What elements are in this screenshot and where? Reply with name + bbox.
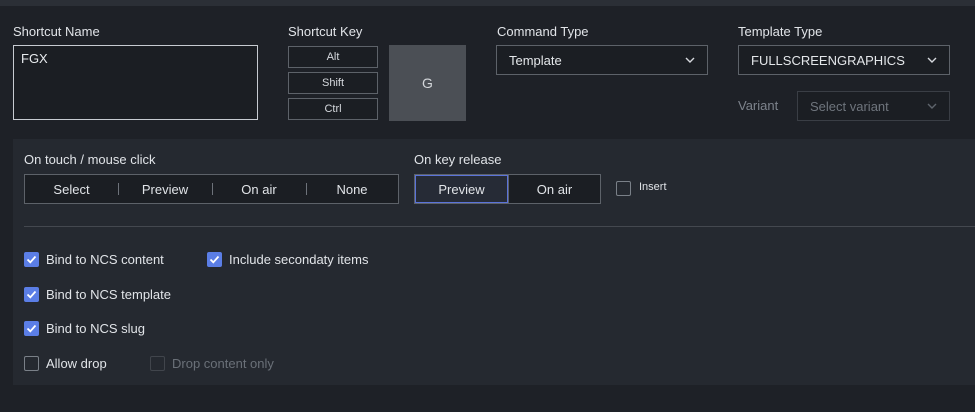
on-release-option-preview[interactable]: Preview — [415, 175, 508, 203]
check-icon — [26, 255, 37, 264]
on-click-label: On touch / mouse click — [24, 152, 156, 167]
on-click-option-preview[interactable]: Preview — [118, 175, 212, 203]
on-release-option-on-air[interactable]: On air — [508, 175, 600, 203]
section-divider — [24, 226, 975, 227]
on-click-option-select[interactable]: Select — [25, 175, 118, 203]
template-type-label: Template Type — [738, 24, 823, 39]
top-bar — [0, 0, 975, 6]
shortcut-name-input[interactable]: FGX — [13, 45, 258, 120]
insert-label: Insert — [639, 181, 667, 193]
shortcut-name-label: Shortcut Name — [13, 24, 100, 39]
allow-drop-label: Allow drop — [46, 356, 107, 371]
variant-placeholder: Select variant — [810, 98, 889, 114]
alt-modifier-button[interactable]: Alt — [288, 46, 378, 68]
on-click-segmented-control: Select Preview On air None — [24, 174, 399, 204]
drop-content-only-label: Drop content only — [172, 356, 274, 371]
on-release-segmented-control: Preview On air — [414, 174, 601, 204]
variant-label: Variant — [738, 98, 779, 113]
command-type-value: Template — [509, 52, 562, 68]
ctrl-modifier-button[interactable]: Ctrl — [288, 98, 378, 120]
check-icon — [26, 324, 37, 333]
shift-modifier-button[interactable]: Shift — [288, 72, 378, 94]
key-capture-button[interactable]: G — [389, 45, 466, 121]
include-secondary-label: Include secondaty items — [229, 252, 369, 267]
check-icon — [209, 255, 220, 264]
chevron-down-icon — [927, 57, 937, 63]
drop-content-only-checkbox[interactable] — [150, 356, 165, 371]
bind-content-checkbox[interactable] — [24, 252, 39, 267]
on-click-option-none[interactable]: None — [306, 175, 398, 203]
on-release-label: On key release — [414, 152, 502, 167]
template-type-select[interactable]: FULLSCREENGRAPHICS — [738, 45, 950, 75]
bind-slug-label: Bind to NCS slug — [46, 321, 145, 336]
bind-content-label: Bind to NCS content — [46, 252, 164, 267]
bind-template-checkbox[interactable] — [24, 287, 39, 302]
include-secondary-checkbox[interactable] — [207, 252, 222, 267]
bind-template-label: Bind to NCS template — [46, 287, 172, 302]
template-type-value: FULLSCREENGRAPHICS — [751, 52, 905, 68]
insert-checkbox[interactable] — [616, 181, 631, 196]
allow-drop-checkbox[interactable] — [24, 356, 39, 371]
command-type-select[interactable]: Template — [496, 45, 708, 75]
chevron-down-icon — [927, 103, 937, 109]
shortcut-key-label: Shortcut Key — [288, 24, 363, 39]
chevron-down-icon — [685, 57, 695, 63]
bind-slug-checkbox[interactable] — [24, 321, 39, 336]
variant-select[interactable]: Select variant — [797, 91, 950, 121]
command-type-label: Command Type — [497, 24, 589, 39]
on-click-option-on-air[interactable]: On air — [212, 175, 306, 203]
check-icon — [26, 290, 37, 299]
